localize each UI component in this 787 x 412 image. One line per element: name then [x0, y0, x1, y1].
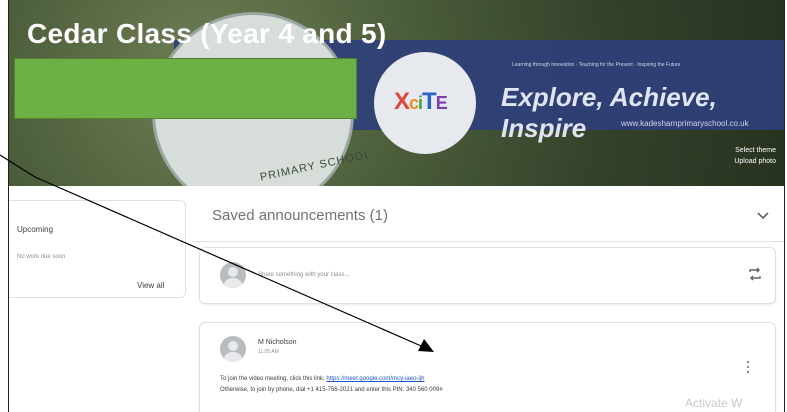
upcoming-heading: Upcoming — [17, 225, 54, 234]
post-author: M Nicholson — [258, 339, 297, 346]
classroom-window: PRIMARY SCHOOL XciTE Cedar Class (Year 4… — [8, 0, 785, 412]
post-text-line2: Otherwise, to join by phone, dial +1 415… — [220, 387, 443, 393]
post-time: 11:05 AM — [258, 349, 279, 355]
class-title: Cedar Class (Year 4 and 5) — [27, 18, 387, 49]
user-avatar — [220, 262, 246, 288]
class-banner: PRIMARY SCHOOL XciTE Cedar Class (Year 4… — [9, 0, 784, 186]
banner-links: Select theme Upload photo — [734, 145, 776, 167]
redaction-box — [14, 58, 357, 119]
more-options-icon[interactable] — [745, 361, 751, 375]
school-motto: Explore, Achieve, Inspire — [501, 82, 717, 143]
select-theme-link[interactable]: Select theme — [734, 145, 776, 156]
announcement-composer[interactable]: Share something with your class... — [199, 247, 776, 304]
saved-announcements-bar[interactable]: Saved announcements (1) — [192, 195, 784, 242]
no-work-text: No work due soon — [17, 254, 66, 260]
meet-link[interactable]: https://meet.google.com/mcy-iaeo-ijh — [326, 376, 424, 382]
post-text-line1: To join the video meeting, click this li… — [220, 376, 425, 382]
school-website: www.kadesharnprimaryschool.co.uk — [621, 119, 749, 128]
chevron-down-icon[interactable] — [757, 209, 769, 223]
xcite-logo-text: XciTE — [394, 88, 448, 115]
activate-windows-watermark: Activate W — [685, 396, 743, 410]
author-avatar — [220, 336, 246, 362]
composer-placeholder[interactable]: Share something with your class... — [258, 272, 349, 278]
banner-tagline: Learning through Innovation · Teaching f… — [512, 62, 681, 68]
upload-photo-link[interactable]: Upload photo — [734, 156, 776, 167]
view-all-link[interactable]: View all — [137, 281, 164, 290]
saved-announcements-label: Saved announcements (1) — [212, 207, 388, 224]
upcoming-card: Upcoming No work due soon View all — [9, 200, 186, 298]
repost-icon[interactable] — [746, 265, 764, 283]
